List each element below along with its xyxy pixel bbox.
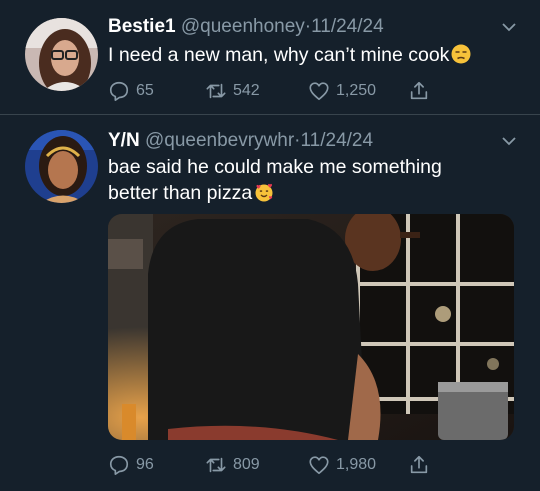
tweet-header: Bestie1 @queenhoney·11/24/24	[108, 16, 384, 38]
reply-icon	[109, 455, 129, 475]
retweet-button[interactable]: 809	[205, 453, 260, 477]
reply-button[interactable]: 65	[108, 79, 154, 103]
display-name[interactable]: Y/N	[108, 130, 140, 151]
like-icon	[309, 456, 329, 475]
avatar[interactable]	[25, 130, 98, 203]
avatar[interactable]	[25, 18, 98, 91]
retweet-count: 809	[233, 456, 260, 473]
reply-count: 96	[136, 456, 154, 473]
tweet-media-image[interactable]	[108, 214, 514, 440]
retweet-count: 542	[233, 82, 260, 99]
smiling-face-with-hearts-icon	[255, 183, 273, 202]
reply-button[interactable]: 96	[108, 453, 154, 477]
like-count: 1,250	[336, 82, 377, 99]
reply-count: 65	[136, 82, 154, 99]
like-button[interactable]: 1,250	[308, 79, 376, 103]
share-icon	[410, 81, 428, 100]
share-icon	[410, 455, 428, 474]
chevron-down-icon[interactable]	[500, 18, 518, 36]
username[interactable]: @queenhoney	[181, 16, 305, 37]
reply-icon	[109, 81, 129, 101]
tweet-text: bae said he could make me something bett…	[108, 156, 442, 204]
tweet-header: Y/N @queenbevrywhr·11/24/24	[108, 130, 373, 152]
retweet-icon	[206, 83, 226, 99]
unamused-face-icon	[451, 44, 471, 64]
retweet-button[interactable]: 542	[205, 79, 260, 103]
username[interactable]: @queenbevrywhr	[145, 130, 294, 151]
share-button[interactable]	[408, 453, 436, 477]
like-button[interactable]: 1,980	[308, 453, 376, 477]
tweet-text: I need a new man, why can’t mine cook	[108, 42, 471, 68]
like-icon	[309, 82, 329, 101]
share-button[interactable]	[408, 79, 436, 103]
tweet[interactable]: Bestie1 @queenhoney·11/24/24 I need a ne…	[0, 0, 540, 114]
tweet-actions: 96 809 1,980	[108, 453, 438, 477]
tweet-actions: 65 542 1,250	[108, 79, 438, 103]
display-name[interactable]: Bestie1	[108, 16, 176, 37]
like-count: 1,980	[336, 456, 377, 473]
timestamp[interactable]: 11/24/24	[301, 130, 374, 151]
retweet-icon	[206, 457, 226, 473]
tweet[interactable]: Y/N @queenbevrywhr·11/24/24 bae said he …	[0, 115, 540, 491]
chevron-down-icon[interactable]	[500, 132, 518, 150]
timestamp[interactable]: 11/24/24	[311, 16, 384, 37]
